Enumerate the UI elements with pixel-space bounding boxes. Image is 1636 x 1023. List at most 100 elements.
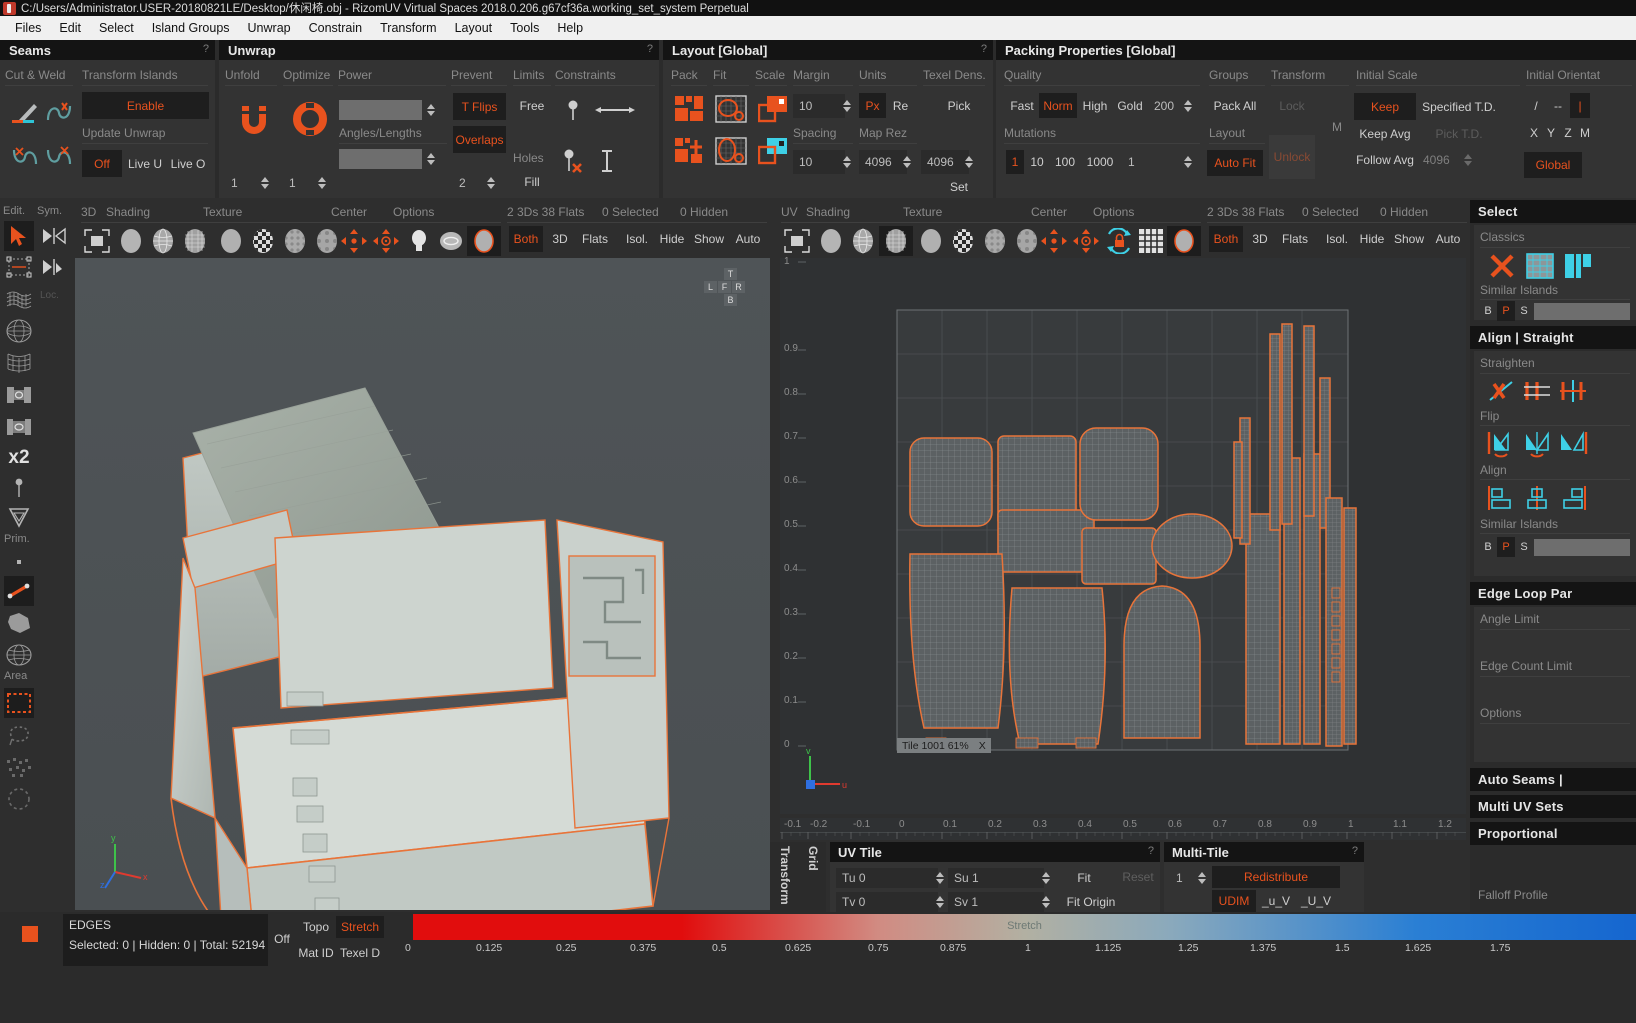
display-stretch-button[interactable]: Stretch — [336, 916, 384, 938]
lasso-select-icon[interactable] — [4, 720, 34, 750]
display-texel-d-button[interactable]: Texel D — [336, 942, 384, 964]
vpuv-shading-wire-icon[interactable] — [847, 226, 879, 256]
move-box-icon[interactable] — [4, 252, 34, 282]
mutations-value-field[interactable]: 1 — [1122, 151, 1158, 173]
vp3d-matcap-icon[interactable] — [435, 226, 467, 256]
power-spinner[interactable] — [425, 98, 436, 122]
vpuv-lock-rotate-icon[interactable] — [1103, 226, 1135, 256]
menu-item-help[interactable]: Help — [548, 19, 592, 37]
align-bps-p[interactable]: P — [1497, 537, 1515, 557]
vpuv-shading-flat-icon[interactable] — [815, 226, 847, 256]
vpuv-filter-flats-button[interactable]: Flats — [1276, 226, 1314, 252]
update-unwrap-live-u-button[interactable]: Live U — [124, 150, 166, 177]
vp3d-frame-icon[interactable] — [80, 226, 114, 256]
weld-icon[interactable] — [42, 98, 76, 128]
flip-h-icon[interactable] — [1484, 429, 1518, 459]
uv-tile-tu-field[interactable]: Tu 0 — [836, 868, 938, 888]
cut-knife-icon[interactable] — [8, 98, 42, 128]
uv-tile-fit-origin-button[interactable]: Fit Origin — [1056, 892, 1126, 912]
vpuv-filter-both-button[interactable]: Both — [1209, 226, 1243, 252]
orient-bar-button[interactable]: | — [1570, 93, 1590, 118]
pin-icon[interactable] — [559, 96, 587, 124]
menu-item-transform[interactable]: Transform — [371, 19, 446, 37]
menu-item-unwrap[interactable]: Unwrap — [239, 19, 300, 37]
limits-free-button[interactable]: Free — [511, 93, 553, 118]
select-bps-b[interactable]: B — [1480, 303, 1496, 319]
texel-value-field[interactable]: 4096 — [921, 150, 969, 174]
margin-field[interactable]: 10 — [793, 94, 845, 118]
vpuv-center-icon[interactable] — [1038, 226, 1070, 256]
vpuv-filter-3d-button[interactable]: 3D — [1245, 226, 1275, 252]
axis-x-button[interactable]: X — [1526, 122, 1542, 144]
align-bps-s[interactable]: S — [1516, 539, 1532, 555]
specified-td-button[interactable]: Specified T.D. — [1417, 93, 1501, 120]
vp3d-auto-button[interactable]: Auto — [729, 226, 767, 252]
vp3d-hide-button[interactable]: Hide — [655, 226, 689, 252]
view-cube-top[interactable]: T — [724, 268, 737, 280]
vp3d-shading-flat-icon[interactable] — [115, 226, 147, 256]
display-off-button[interactable]: Off — [270, 928, 294, 950]
vpuv-texture-none-icon[interactable] — [915, 226, 947, 256]
uv-tile-reset-button[interactable]: Reset — [1118, 866, 1158, 888]
grid-tab[interactable]: Grid — [800, 842, 826, 912]
flip-v-icon[interactable] — [1520, 429, 1554, 459]
uv-tile-fit-button[interactable]: Fit — [1056, 868, 1112, 888]
vpuv-frame-icon[interactable] — [780, 226, 814, 256]
pin-icon[interactable] — [4, 474, 34, 502]
prevent-t-flips-button[interactable]: T Flips — [453, 93, 506, 120]
seams-help-icon[interactable]: ? — [203, 43, 209, 55]
view-cube-bottom[interactable]: B — [724, 294, 737, 306]
shield-icon[interactable] — [4, 503, 34, 531]
axis-m-button[interactable]: M — [1577, 122, 1593, 144]
straighten-v-icon[interactable] — [1556, 377, 1590, 405]
fit-orient-icon[interactable] — [713, 134, 749, 168]
map-rez-spinner[interactable] — [901, 149, 912, 175]
mutations-1000-button[interactable]: 1000 — [1081, 150, 1119, 174]
uv-tile-badge[interactable]: Tile 1001 61% X — [897, 738, 991, 753]
vp3d-center-origin-icon[interactable] — [370, 226, 402, 256]
polygon-icon[interactable] — [4, 608, 34, 638]
align-center-icon[interactable] — [1520, 483, 1554, 513]
proportional-section-title[interactable]: Proportional — [1470, 822, 1636, 845]
power-slider[interactable] — [339, 100, 422, 120]
transform-lock-button[interactable]: Lock — [1269, 93, 1315, 118]
pick-td-button[interactable]: Pick T.D. — [1417, 122, 1501, 146]
pack-all-button[interactable]: Pack All — [1207, 93, 1263, 118]
circle-select-icon[interactable] — [4, 784, 34, 814]
mirror-right-icon[interactable] — [39, 221, 69, 251]
vp3d-filter-3d-button[interactable]: 3D — [545, 226, 575, 252]
display-mat-id-button[interactable]: Mat ID — [296, 942, 336, 964]
vpuv-show-button[interactable]: Show — [1390, 226, 1428, 252]
flip-diag-icon[interactable] — [1556, 429, 1590, 459]
paint-select-icon[interactable] — [4, 752, 34, 782]
vpuv-center-origin-icon[interactable] — [1070, 226, 1102, 256]
axis-z-button[interactable]: Z — [1560, 122, 1576, 144]
unfold-spinner[interactable] — [259, 171, 270, 195]
multi-tile-help-icon[interactable]: ? — [1352, 845, 1358, 857]
select-grid-icon[interactable] — [1522, 251, 1558, 281]
mutations-1-button[interactable]: 1 — [1006, 150, 1024, 174]
vp3d-filter-both-button[interactable]: Both — [509, 226, 543, 252]
vpuv-auto-button[interactable]: Auto — [1429, 226, 1467, 252]
unfold-value-field[interactable]: 1 — [225, 172, 261, 194]
deselect-all-icon[interactable] — [1484, 251, 1520, 281]
point-icon[interactable] — [4, 550, 34, 574]
layout-help-icon[interactable]: ? — [981, 43, 987, 55]
update-unwrap-live-o-button[interactable]: Live O — [167, 150, 209, 177]
angles-lengths-slider[interactable] — [339, 149, 422, 169]
texel-pick-button[interactable]: Pick — [939, 93, 979, 118]
scale-cyan-icon[interactable] — [755, 134, 791, 168]
uv-tile-sv-field[interactable]: Sv 1 — [948, 892, 1044, 912]
edge-length-icon[interactable] — [593, 96, 637, 124]
units-re-button[interactable]: Re — [887, 93, 914, 118]
uv-tile-su-spinner[interactable] — [1040, 867, 1051, 889]
fit-icon[interactable] — [713, 92, 749, 126]
transform-tab[interactable]: Transform — [770, 842, 800, 912]
view-cube-gizmo[interactable]: T L F R B — [703, 268, 758, 318]
mutations-10-button[interactable]: 10 — [1025, 150, 1049, 174]
view-cube-front[interactable]: F — [718, 281, 731, 293]
align-left-icon[interactable] — [1484, 483, 1518, 513]
auto-seams-section-title[interactable]: Auto Seams | — [1470, 768, 1636, 791]
edge-icon[interactable] — [4, 576, 34, 606]
select-bps-s[interactable]: S — [1516, 303, 1532, 319]
